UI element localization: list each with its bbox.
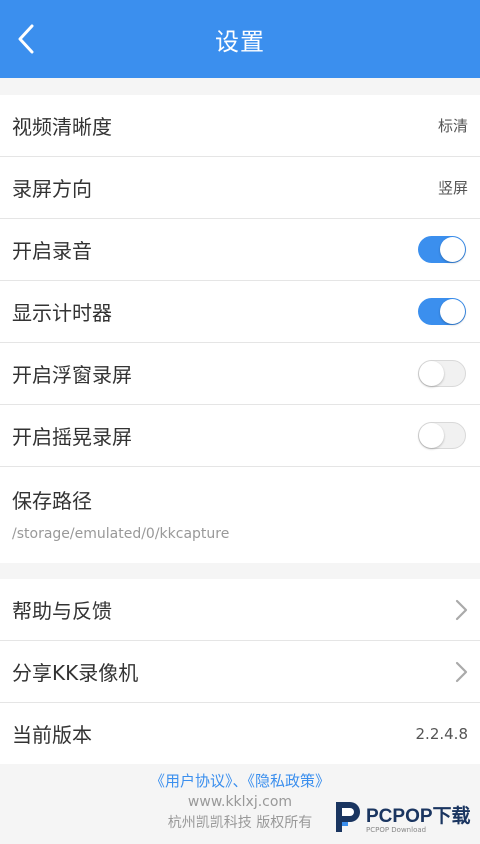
chevron-right-icon [455,599,468,620]
orientation-row[interactable]: 录屏方向 竖屏 [0,157,480,219]
shake-record-toggle[interactable] [418,422,466,449]
help-feedback-label: 帮助与反馈 [12,599,112,623]
save-path-row[interactable]: 保存路径 /storage/emulated/0/kkcapture [0,467,480,563]
agreement-links[interactable]: 《用户协议》、《隐私政策》 [0,770,480,791]
orientation-value: 竖屏 [437,179,468,197]
show-timer-label: 显示计时器 [12,301,112,325]
record-audio-label: 开启录音 [12,239,92,263]
video-quality-row[interactable]: 视频清晰度 标清 [0,95,480,157]
more-group: 帮助与反馈 分享KK录像机 当前版本 2.2.4.8 [0,579,480,764]
shake-record-row: 开启摇晃录屏 [0,405,480,467]
video-quality-label: 视频清晰度 [12,115,112,139]
settings-group: 视频清晰度 标清 录屏方向 竖屏 开启录音 显示计时器 开启浮窗录屏 开启摇晃录… [0,95,480,563]
toggle-knob [419,423,444,448]
page-title: 设置 [215,27,265,56]
watermark-brand: PCPOP下载 [366,805,471,827]
record-audio-toggle[interactable] [418,236,466,263]
chevron-right-icon [455,661,468,682]
chevron-left-icon [18,24,34,54]
share-app-label: 分享KK录像机 [12,661,139,685]
show-timer-toggle[interactable] [418,298,466,325]
help-feedback-row[interactable]: 帮助与反馈 [0,579,480,641]
floating-window-row: 开启浮窗录屏 [0,343,480,405]
floating-window-toggle[interactable] [418,360,466,387]
video-quality-value: 标清 [437,117,468,135]
save-path-value: /storage/emulated/0/kkcapture [12,525,230,542]
app-header: 设置 [0,0,480,78]
version-row: 当前版本 2.2.4.8 [0,703,480,764]
toggle-knob [440,299,465,324]
shake-record-label: 开启摇晃录屏 [12,425,132,449]
share-app-row[interactable]: 分享KK录像机 [0,641,480,703]
version-label: 当前版本 [12,723,92,747]
toggle-knob [419,361,444,386]
toggle-knob [440,237,465,262]
show-timer-row: 显示计时器 [0,281,480,343]
watermark: PCPOP下载 PCPOP Download [332,798,471,836]
version-value: 2.2.4.8 [415,724,468,743]
back-button[interactable] [6,19,46,59]
floating-window-label: 开启浮窗录屏 [12,363,132,387]
record-audio-row: 开启录音 [0,219,480,281]
save-path-label: 保存路径 [12,488,92,513]
pcpop-logo-icon [336,802,360,832]
orientation-label: 录屏方向 [12,177,92,201]
